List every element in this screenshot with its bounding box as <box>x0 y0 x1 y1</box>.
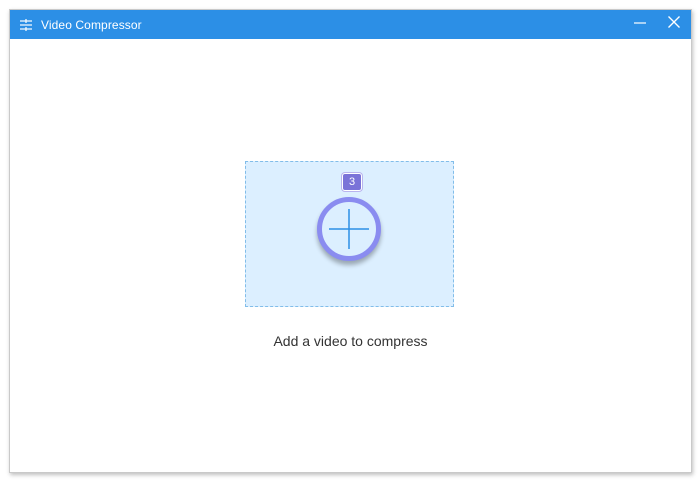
app-window: Video Compressor 3 Add a video to compre… <box>9 9 692 473</box>
add-video-button[interactable] <box>317 197 381 261</box>
minimize-icon <box>633 15 647 34</box>
video-drop-zone[interactable]: 3 <box>245 161 454 307</box>
step-badge: 3 <box>342 173 362 191</box>
close-button[interactable] <box>657 10 691 39</box>
close-icon <box>667 15 681 34</box>
window-title: Video Compressor <box>41 17 142 32</box>
window-controls <box>623 10 691 39</box>
add-video-hint: Add a video to compress <box>273 333 428 349</box>
title-bar[interactable]: Video Compressor <box>10 10 691 39</box>
minimize-button[interactable] <box>623 10 657 39</box>
sliders-icon <box>19 18 33 32</box>
main-content: 3 Add a video to compress <box>10 39 691 472</box>
